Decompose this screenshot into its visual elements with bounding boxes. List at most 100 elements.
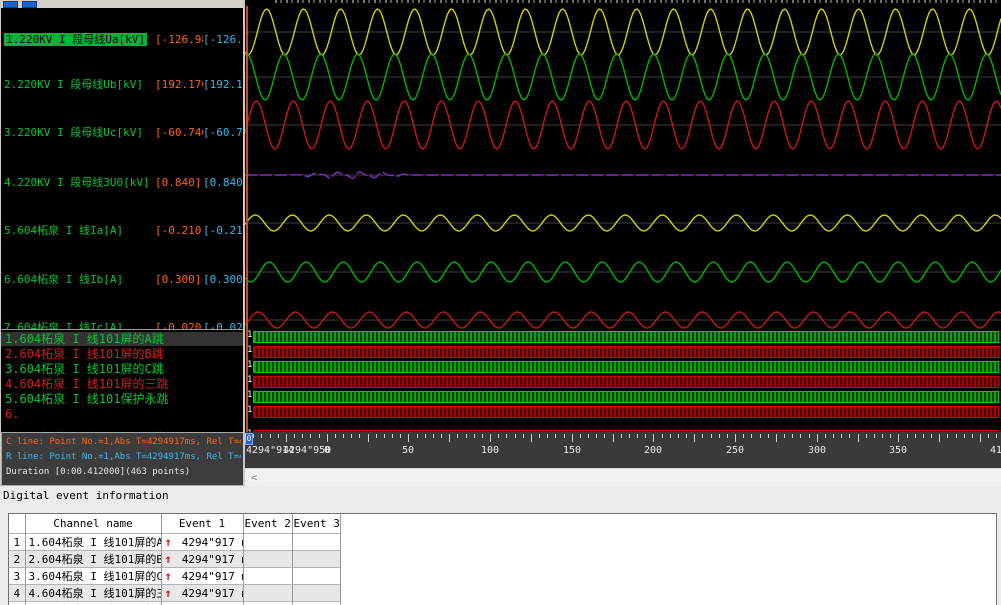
ruler-tick <box>645 434 646 438</box>
ruler-tick <box>809 434 810 438</box>
ruler-time-label: 100 <box>481 445 499 456</box>
digital-trace-area: 1111111 <box>245 330 1001 432</box>
ruler-tick <box>866 434 867 438</box>
analog-channel-row[interactable]: 5.604柘泉 I 线Ia[A][-0.210][-0.210] <box>1 224 244 238</box>
ruler-tick <box>996 434 997 438</box>
event-table-row[interactable]: 22.604柘泉 I 线101屏的B跳↑4294"917 ms <box>9 551 996 568</box>
ruler-time-label: 300 <box>808 445 826 456</box>
ruler-tick <box>768 434 769 438</box>
ruler-tick <box>662 434 663 438</box>
toolbar-button-2-icon[interactable] <box>22 1 37 8</box>
analog-channel-row[interactable]: 1.220KV I 段母线Ua[kV][-126.980][-126.980] <box>1 33 244 47</box>
ruler-time-label: 200 <box>644 445 662 456</box>
ruler-tick <box>310 434 311 438</box>
ruler-tick <box>506 434 507 438</box>
r-cursor-value: [0.840] <box>203 176 244 190</box>
event-table-container: Channel nameEvent 1Event 2Event 3 11.604… <box>8 513 997 605</box>
ruler-tick <box>368 434 369 442</box>
ruler-tick <box>964 434 965 438</box>
ruler-tick <box>907 434 908 438</box>
analog-channel-row[interactable]: 6.604柘泉 I 线Ib[A][0.300][0.300] <box>1 273 244 287</box>
digital-event-section: Digital event information Channel nameEv… <box>0 486 1001 605</box>
event1-cell: ↑4294"917 ms <box>161 551 243 568</box>
analog-channel-label: 2.220KV I 段母线Ub[kV] <box>1 78 155 92</box>
waveform-plot-area[interactable]: 1111111 0 4294"9144294"95005010015020025… <box>245 0 1001 486</box>
event2-cell <box>243 534 292 551</box>
ruler-tick <box>882 434 883 438</box>
analog-channel-row[interactable]: 2.220KV I 段母线Ub[kV][192.170][192.170] <box>1 78 244 92</box>
digital-channel-row[interactable]: 6. <box>1 407 244 421</box>
time-axis-ruler[interactable]: 0 4294"9144294"9500501001502002503003504… <box>245 432 1001 468</box>
ruler-tick <box>670 434 671 438</box>
c-cursor-value: [192.170] <box>155 78 203 92</box>
digital-channel-row[interactable]: 1.604柘泉 I 线101屏的A跳 <box>1 332 244 346</box>
ruler-tick <box>270 434 271 438</box>
digital-channel-row[interactable]: 5.604柘泉 I 线101保护永跳 <box>1 392 244 406</box>
ruler-time-label: 250 <box>726 445 744 456</box>
cursor-position-marker[interactable]: 0 <box>245 433 253 445</box>
r-cursor-value: [-0.210] <box>203 224 244 238</box>
r-cursor-value: [-60.740] <box>203 126 244 140</box>
analog-channel-row[interactable]: 4.220KV I 段母线3U0[kV][0.840][0.840] <box>1 176 244 190</box>
toolbar-button-1-icon[interactable] <box>3 1 18 8</box>
ruler-time-label: 350 <box>889 445 907 456</box>
ruler-tick <box>417 434 418 438</box>
r-cursor-value: [-126.980] <box>203 33 244 47</box>
event-table-header: Event 1 <box>161 514 243 534</box>
event-table-row[interactable]: 44.604柘泉 I 线101屏的三跳↑4294"917 ms <box>9 585 996 602</box>
event1-cell: ↑4294"917 ms <box>161 585 243 602</box>
ruler-tick <box>376 434 377 438</box>
event2-cell <box>243 551 292 568</box>
event-row-number: 5 <box>9 602 25 605</box>
event-time: 4294"917 ms <box>182 553 243 566</box>
ruler-tick <box>613 434 614 442</box>
ruler-tick <box>760 434 761 438</box>
analog-channel-label: 3.220KV I 段母线Uc[kV] <box>1 126 155 140</box>
digital-channel-row[interactable]: 2.604柘泉 I 线101屏的B跳 <box>1 347 244 361</box>
waveform-analyzer-window: 1.220KV I 段母线Ua[kV][-126.980][-126.980]2… <box>0 0 1001 605</box>
analog-waveforms[interactable] <box>245 0 1001 330</box>
ruler-tick <box>890 434 891 438</box>
ruler-tick <box>988 434 989 438</box>
event2-cell <box>243 602 292 605</box>
event-row-number: 3 <box>9 568 25 585</box>
c-cursor-line[interactable] <box>246 6 248 432</box>
horizontal-scrollbar[interactable]: < <box>245 468 1001 486</box>
digital-channel-row[interactable]: 3.604柘泉 I 线101屏的C跳 <box>1 362 244 376</box>
ruler-tick <box>335 434 336 438</box>
ruler-tick <box>408 434 409 442</box>
ruler-tick <box>261 434 262 438</box>
analog-channel-label: 1.220KV I 段母线Ua[kV] <box>1 33 155 47</box>
ruler-tick <box>694 434 695 442</box>
channel-label-panel: 1.220KV I 段母线Ua[kV][-126.980][-126.980]2… <box>0 0 243 486</box>
ruler-tick <box>539 434 540 438</box>
ruler-tick <box>253 434 254 438</box>
event-time: 4294"917 ms <box>182 570 243 583</box>
ruler-tick <box>751 434 752 438</box>
scroll-left-arrow-icon[interactable]: < <box>247 471 261 485</box>
digital-trace-bar <box>253 391 999 403</box>
ruler-tick <box>302 434 303 438</box>
c-line-status: C line: Point No.=1,Abs T=4294917ms, Rel… <box>6 437 241 447</box>
digital-channel-row[interactable]: 4.604柘泉 I 线101屏的三跳 <box>1 377 244 391</box>
event3-cell <box>292 534 340 551</box>
ruler-tick <box>286 434 287 442</box>
event-table-row[interactable]: 11.604柘泉 I 线101屏的A跳↑4294"917 ms <box>9 534 996 551</box>
ruler-tick <box>245 434 246 442</box>
digital-channel-list: 1.604柘泉 I 线101屏的A跳2.604柘泉 I 线101屏的B跳3.60… <box>1 330 244 432</box>
ruler-tick <box>278 434 279 438</box>
event-table-row[interactable]: 33.604柘泉 I 线101屏的C跳↑4294"917 ms <box>9 568 996 585</box>
digital-event-table: Channel nameEvent 1Event 2Event 3 11.604… <box>9 514 996 605</box>
ruler-tick <box>482 434 483 438</box>
ruler-tick <box>980 434 981 442</box>
section-title: Digital event information <box>3 489 169 502</box>
ruler-tick <box>604 434 605 438</box>
event-row-number: 4 <box>9 585 25 602</box>
cursor-status-panel: C line: Point No.=1,Abs T=4294917ms, Rel… <box>1 432 244 486</box>
analog-channel-row[interactable]: 3.220KV I 段母线Uc[kV][-60.740][-60.740] <box>1 126 244 140</box>
ruler-tick <box>898 434 899 442</box>
rising-edge-arrow-icon: ↑ <box>165 535 172 549</box>
event-table-row[interactable]: 55.604柘泉 I 线101保护永跳↑4294"917 ms <box>9 602 996 605</box>
ruler-time-label: 0 <box>324 445 330 456</box>
ruler-tick <box>727 434 728 438</box>
